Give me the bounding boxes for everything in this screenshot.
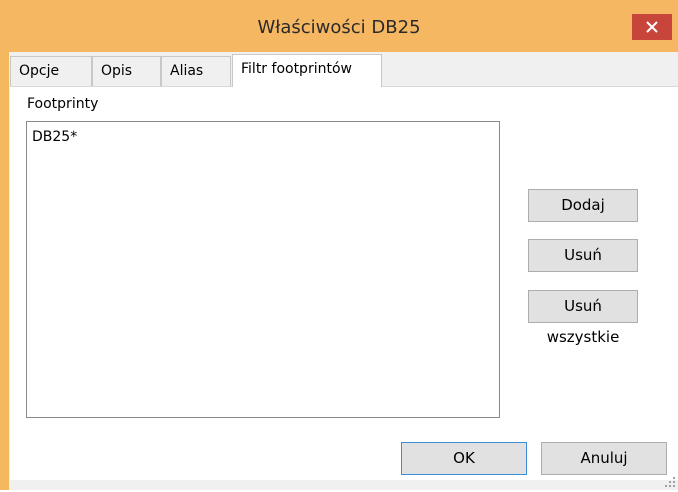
close-icon	[646, 21, 658, 33]
ok-button[interactable]: OK	[401, 442, 527, 475]
tab-label: Opis	[101, 63, 133, 79]
resize-grip-icon[interactable]	[664, 476, 676, 488]
tab-opis[interactable]: Opis	[92, 56, 161, 86]
cancel-button[interactable]: Anuluj	[541, 442, 667, 475]
tab-label: Alias	[170, 63, 204, 79]
remove-button[interactable]: Usuń	[528, 239, 638, 272]
tab-opcje[interactable]: Opcje	[10, 56, 92, 86]
remove-all-button[interactable]: Usuń wszystkie	[528, 290, 638, 346]
tab-filtr-footprintow[interactable]: Filtr footprintów	[232, 54, 382, 87]
close-button[interactable]	[632, 14, 672, 40]
dialog-window: Właściwości DB25 Opcje Opis Alias Filtr …	[0, 0, 678, 490]
list-item[interactable]: DB25*	[32, 129, 77, 145]
tab-label: Opcje	[19, 63, 60, 79]
footprints-listbox[interactable]: DB25*	[26, 121, 500, 418]
add-button[interactable]: Dodaj	[528, 189, 638, 222]
window-title: Właściwości DB25	[257, 17, 421, 38]
tab-label: Filtr footprintów	[241, 61, 352, 77]
title-bar[interactable]: Właściwości DB25	[0, 0, 678, 52]
tab-alias[interactable]: Alias	[161, 56, 231, 86]
footprints-label: Footprinty	[27, 96, 99, 112]
